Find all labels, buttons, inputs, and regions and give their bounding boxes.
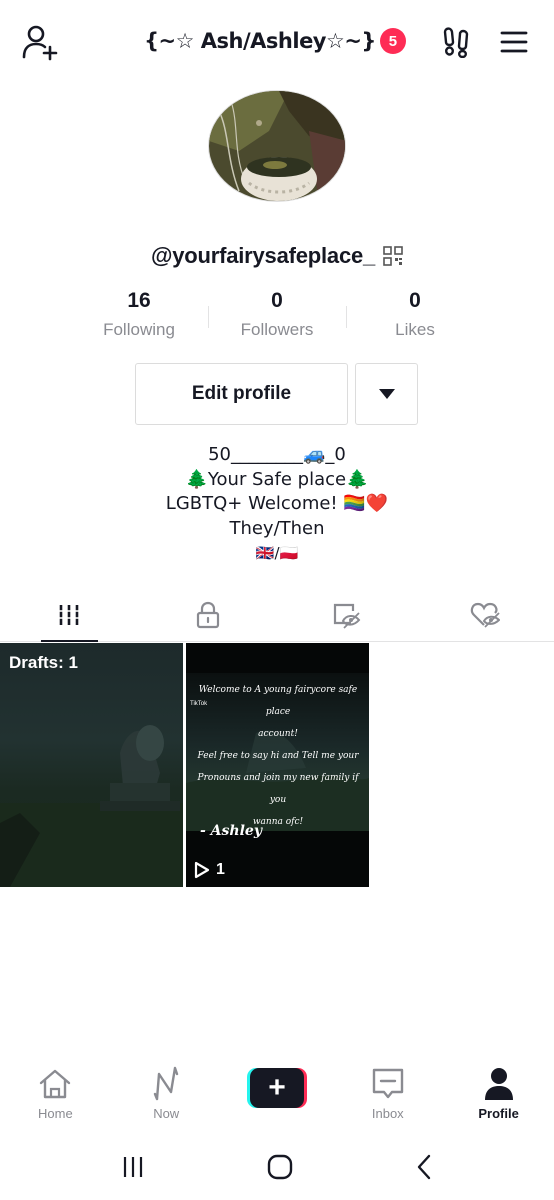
nav-profile[interactable]: Profile (443, 1058, 554, 1134)
username-row: @yourfairysafeplace_ (0, 236, 554, 276)
video-tile[interactable]: Welcome to A young fairycore safe place … (186, 643, 369, 887)
inbox-icon (372, 1068, 403, 1099)
play-icon (194, 861, 210, 879)
profile-icon (484, 1068, 513, 1100)
create-button[interactable]: + (246, 1068, 307, 1108)
system-nav-bar (0, 1134, 554, 1200)
notification-badge: 5 (379, 28, 406, 54)
profile-tabs (0, 588, 554, 642)
tab-private[interactable] (139, 588, 278, 641)
bio-line: 🇬🇧/🇵🇱 (255, 544, 299, 562)
footprints-icon (443, 27, 469, 58)
following-label: Following (103, 320, 175, 339)
likes-stat[interactable]: 0 Likes (346, 288, 484, 348)
drafts-label: Drafts: 1 (9, 653, 78, 672)
drafts-tile[interactable]: Drafts: 1 (0, 643, 183, 887)
nav-profile-label: Profile (478, 1106, 519, 1121)
video-caption-overlay: Welcome to A young fairycore safe place … (197, 685, 359, 827)
following-stat[interactable]: 16 Following (70, 288, 208, 348)
play-count: 1 (194, 861, 225, 879)
videos-grid-icon (59, 604, 80, 625)
recent-apps-icon[interactable] (121, 1155, 145, 1179)
likes-label: Likes (395, 320, 435, 339)
nav-home[interactable]: Home (0, 1058, 111, 1134)
tab-tagged[interactable] (277, 588, 416, 641)
username: @yourfairysafeplace_ (150, 243, 376, 268)
account-switcher[interactable]: {~☆ Ash/Ashley☆~} 5 (140, 24, 410, 58)
menu-button[interactable] (494, 22, 534, 62)
heart-eye-icon (470, 602, 500, 628)
followers-stat[interactable]: 0 Followers (208, 288, 346, 348)
caret-down-icon (378, 389, 395, 399)
avatar[interactable] (208, 90, 346, 202)
video-signature: - Ashley (200, 823, 262, 839)
tab-liked[interactable] (416, 588, 554, 641)
avatar-image (208, 90, 346, 202)
qr-code-icon[interactable] (383, 246, 403, 266)
bio-line: 🌲Your Safe place🌲 (185, 468, 369, 490)
lock-icon (196, 601, 219, 628)
menu-icon (500, 31, 528, 53)
plus-icon: + (249, 1068, 304, 1108)
top-bar: {~☆ Ash/Ashley☆~} 5 (0, 0, 554, 82)
nav-inbox[interactable]: Inbox (332, 1058, 443, 1134)
add-user-button[interactable] (18, 22, 62, 62)
nav-now[interactable]: Now (111, 1058, 222, 1134)
home-icon (40, 1069, 71, 1099)
eye-tag-icon (334, 603, 361, 629)
nav-home-label: Home (38, 1106, 73, 1121)
video-grid: Drafts: 1 Welcome to A young fairycore s… (0, 643, 554, 887)
suggested-accounts-button[interactable] (355, 363, 418, 425)
profile-stats: 16 Following 0 Followers 0 Likes (70, 288, 484, 348)
edit-profile-button[interactable]: Edit profile (135, 363, 348, 425)
add-user-icon (22, 25, 58, 61)
profile-title: {~☆ Ash/Ashley☆~} (144, 29, 376, 53)
profile-bio: 50________🚙_0 🌲Your Safe place🌲 LGBTQ+ W… (0, 443, 554, 566)
nav-now-label: Now (153, 1106, 180, 1121)
profile-views-button[interactable] (436, 22, 476, 62)
home-system-icon[interactable] (267, 1154, 293, 1180)
bio-line: LGBTQ+ Welcome! 🏳️‍🌈❤️ (165, 493, 389, 514)
nav-create[interactable]: + (222, 1058, 333, 1134)
likes-count: 0 (409, 289, 421, 312)
play-count-value: 1 (216, 861, 225, 878)
followers-count: 0 (271, 289, 283, 312)
followers-label: Followers (240, 320, 314, 339)
bio-line: 50________🚙_0 (208, 444, 346, 465)
back-icon[interactable] (415, 1154, 433, 1180)
bio-line: They/Then (229, 517, 325, 539)
following-count: 16 (127, 289, 151, 312)
tiktok-watermark: TikTok (190, 701, 208, 707)
now-icon (153, 1066, 179, 1101)
tab-videos[interactable] (0, 588, 139, 642)
nav-inbox-label: Inbox (371, 1106, 404, 1121)
bottom-nav: Home Now + Inbox Profile (0, 1058, 554, 1134)
